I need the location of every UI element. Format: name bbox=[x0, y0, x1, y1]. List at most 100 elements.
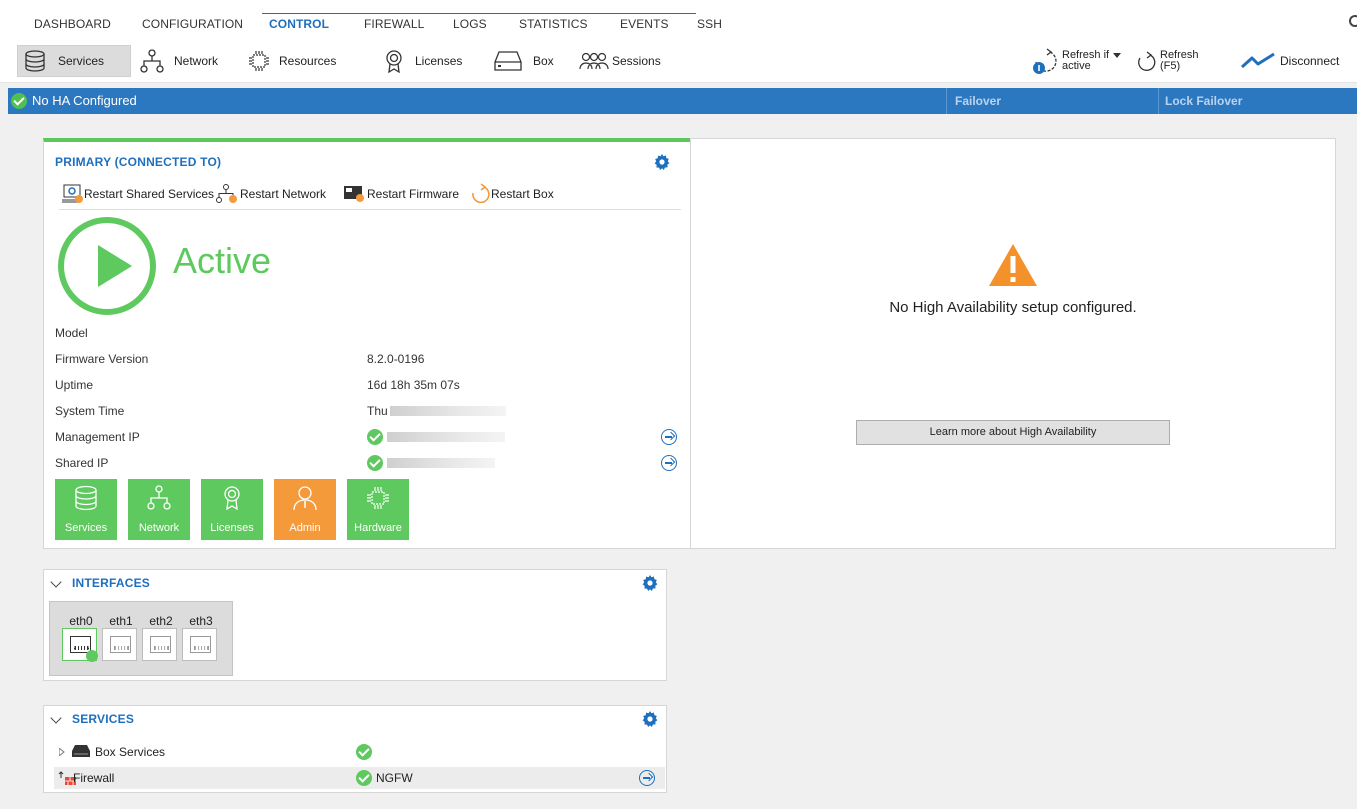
admin-tile[interactable]: Admin bbox=[274, 479, 336, 540]
box-button[interactable]: Box bbox=[493, 45, 554, 77]
port-label: eth0 bbox=[69, 614, 93, 628]
tab-control[interactable]: CONTROL bbox=[269, 17, 329, 31]
tab-configuration[interactable]: CONFIGURATION bbox=[142, 17, 243, 31]
box-icon bbox=[494, 51, 522, 71]
licenses-button[interactable]: Licenses bbox=[383, 45, 462, 77]
box-icon bbox=[72, 745, 90, 757]
divider bbox=[1158, 88, 1159, 114]
services-panel: SERVICES Box Services Firewall NGFW bbox=[43, 705, 667, 793]
services-tile[interactable]: Services bbox=[55, 479, 117, 540]
link-up-icon bbox=[86, 650, 98, 662]
uptime-value: 16d 18h 35m 07s bbox=[367, 378, 460, 392]
restart-network-label: Restart Network bbox=[240, 187, 327, 201]
ha-message: No High Availability setup configured. bbox=[889, 299, 1137, 316]
restart-network-button[interactable]: Restart Network bbox=[216, 184, 326, 204]
network-icon bbox=[140, 49, 164, 73]
service-row-box-services[interactable]: Box Services bbox=[54, 741, 665, 763]
tab-events[interactable]: EVENTS bbox=[620, 17, 669, 31]
service-name: Firewall bbox=[73, 771, 115, 785]
disconnect-icon bbox=[1240, 52, 1275, 69]
sessions-button-label: Sessions bbox=[612, 54, 661, 68]
refresh-if-active-label: Refresh if active bbox=[1062, 50, 1109, 72]
tab-dashboard[interactable]: DASHBOARD bbox=[34, 17, 111, 31]
model-label: Model bbox=[55, 326, 88, 340]
firmware-label: Firmware Version bbox=[55, 352, 149, 366]
sessions-button[interactable]: Sessions bbox=[578, 45, 661, 77]
chevron-down-icon[interactable] bbox=[50, 576, 62, 588]
refresh-label: Refresh (F5) bbox=[1160, 50, 1199, 72]
network-tile[interactable]: Network bbox=[128, 479, 190, 540]
network-icon bbox=[147, 485, 171, 510]
disconnect-button[interactable]: Disconnect bbox=[1240, 45, 1339, 77]
arrow-right-icon[interactable] bbox=[661, 455, 677, 471]
port-eth2: eth2 bbox=[142, 614, 180, 661]
service-row-firewall[interactable]: Firewall NGFW bbox=[54, 767, 665, 789]
network-tile-label: Network bbox=[138, 522, 180, 534]
gear-icon[interactable] bbox=[642, 575, 658, 591]
refresh-line2: (F5) bbox=[1160, 60, 1181, 72]
system-time-label: System Time bbox=[55, 404, 125, 418]
gear-icon[interactable] bbox=[642, 711, 658, 727]
restart-firmware-button[interactable]: Restart Firmware bbox=[343, 184, 459, 204]
divider bbox=[946, 88, 947, 114]
gear-icon[interactable] bbox=[654, 154, 670, 170]
services-title: SERVICES bbox=[72, 712, 135, 726]
expand-arrow-icon[interactable] bbox=[59, 748, 65, 756]
ethernet-port-icon[interactable] bbox=[142, 628, 177, 661]
hardware-tile-label: Hardware bbox=[354, 522, 402, 534]
tab-ssh[interactable]: SSH bbox=[697, 17, 722, 31]
ethernet-port-icon[interactable] bbox=[62, 628, 98, 662]
search-icon[interactable] bbox=[1349, 15, 1357, 27]
chip-icon bbox=[367, 487, 389, 509]
licenses-tile[interactable]: Licenses bbox=[201, 479, 263, 540]
check-icon bbox=[356, 744, 372, 760]
top-navigation: DASHBOARD CONFIGURATION CONTROL FIREWALL… bbox=[0, 0, 1357, 37]
learn-more-ha-button[interactable]: Learn more about High Availability bbox=[856, 420, 1170, 445]
port-label: eth1 bbox=[109, 614, 133, 628]
uptime-label: Uptime bbox=[55, 378, 94, 392]
disconnect-label: Disconnect bbox=[1280, 54, 1340, 68]
check-icon bbox=[11, 93, 27, 109]
failover-button[interactable]: Failover bbox=[955, 94, 1001, 108]
box-button-label: Box bbox=[533, 54, 554, 68]
service-name: Box Services bbox=[95, 745, 166, 759]
tab-logs[interactable]: LOGS bbox=[453, 17, 487, 31]
services-button[interactable]: Services bbox=[17, 45, 131, 77]
port-label: eth3 bbox=[189, 614, 213, 628]
resources-button[interactable]: Resources bbox=[247, 45, 336, 77]
tab-firewall[interactable]: FIREWALL bbox=[364, 17, 424, 31]
services-tile-label: Services bbox=[64, 522, 108, 534]
shared-ip-label: Shared IP bbox=[55, 456, 109, 470]
hardware-tile[interactable]: Hardware bbox=[347, 479, 409, 540]
redacted-value bbox=[390, 406, 506, 416]
service-value: NGFW bbox=[376, 771, 413, 785]
ethernet-port-icon[interactable] bbox=[182, 628, 217, 661]
port-eth3: eth3 bbox=[182, 614, 220, 661]
licenses-button-label: Licenses bbox=[415, 54, 463, 68]
admin-user-icon bbox=[293, 486, 317, 511]
network-button-label: Network bbox=[174, 54, 219, 68]
lock-failover-button[interactable]: Lock Failover bbox=[1165, 94, 1242, 108]
chevron-down-icon[interactable] bbox=[50, 712, 62, 724]
restart-box-button[interactable]: Restart Box bbox=[469, 183, 554, 204]
ethernet-port-icon[interactable] bbox=[102, 628, 137, 661]
check-icon bbox=[367, 429, 383, 445]
arrow-right-icon[interactable] bbox=[639, 770, 655, 786]
network-button[interactable]: Network bbox=[140, 45, 218, 77]
shared-services-icon bbox=[62, 184, 83, 203]
refresh-if-active-button[interactable]: Refresh if active bbox=[1032, 45, 1122, 77]
warning-icon bbox=[989, 244, 1037, 286]
database-icon bbox=[25, 50, 45, 72]
ha-status-bar: No HA Configured Failover Lock Failover bbox=[8, 88, 1357, 114]
arrow-right-icon[interactable] bbox=[661, 429, 677, 445]
resources-button-label: Resources bbox=[279, 54, 337, 68]
restart-shared-services-button[interactable]: Restart Shared Services bbox=[62, 184, 214, 204]
dropdown-arrow-icon[interactable] bbox=[1113, 53, 1122, 59]
tab-statistics[interactable]: STATISTICS bbox=[519, 17, 588, 31]
port-eth0: eth0 bbox=[62, 614, 100, 662]
play-icon bbox=[58, 217, 156, 315]
firmware-value: 8.2.0-0196 bbox=[367, 352, 425, 366]
admin-tile-label: Admin bbox=[289, 522, 321, 534]
firmware-icon bbox=[344, 186, 364, 202]
refresh-button[interactable]: Refresh (F5) bbox=[1136, 45, 1199, 77]
